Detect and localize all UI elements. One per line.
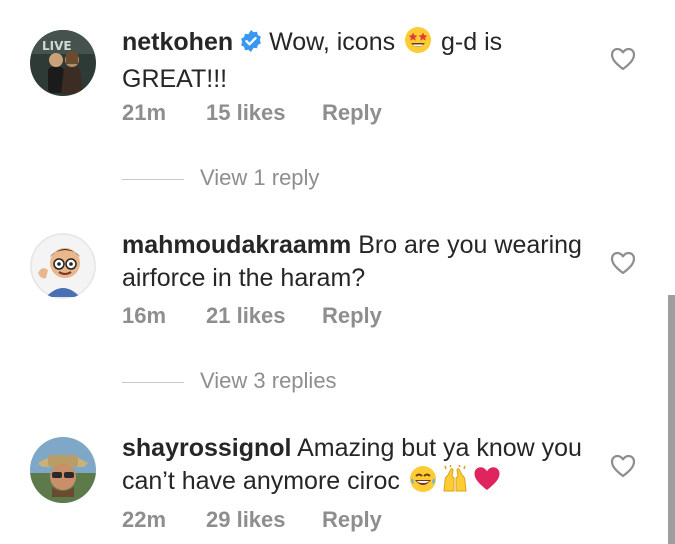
reply-button[interactable]: Reply (322, 303, 382, 329)
like-heart-icon[interactable] (610, 454, 636, 478)
comment-meta: 16m 21 likes Reply (122, 303, 382, 329)
view-replies-label: View 1 reply (200, 165, 320, 190)
view-replies-button[interactable]: View 1 reply (122, 165, 319, 191)
comment-text: mahmoudakraamm Bro are you wearing airfo… (122, 229, 602, 295)
comment-timestamp: 22m (122, 507, 167, 532)
svg-text:LIVE: LIVE (42, 39, 72, 53)
comment-username[interactable]: shayrossignol (122, 434, 292, 462)
red-heart-emoji-icon (473, 465, 501, 502)
comment-meta: 22m 29 likes Reply (122, 507, 382, 533)
like-heart-icon[interactable] (610, 251, 636, 275)
scrollbar[interactable] (668, 295, 675, 544)
divider-line (122, 178, 184, 180)
view-replies-label: View 3 replies (200, 368, 337, 393)
comment-timestamp: 16m (122, 303, 167, 328)
comment-text: netkohen Wow, icons g-d is GREAT!!! (122, 26, 602, 96)
like-heart-icon[interactable] (610, 47, 636, 71)
reply-button[interactable]: Reply (322, 507, 382, 533)
likes-count[interactable]: 29 likes (206, 507, 322, 533)
avatar[interactable]: LIVE (30, 30, 96, 96)
comment-timestamp: 21m (122, 100, 167, 125)
star-struck-emoji-icon (404, 26, 432, 63)
comment-username[interactable]: mahmoudakraamm (122, 231, 351, 259)
comment-text: shayrossignol Amazing but ya know you ca… (122, 432, 602, 502)
comment-username[interactable]: netkohen (122, 28, 233, 56)
avatar[interactable] (30, 437, 96, 503)
avatar[interactable] (30, 233, 96, 299)
raised-hands-emoji-icon (441, 464, 469, 502)
view-replies-button[interactable]: View 3 replies (122, 368, 337, 394)
laughing-tears-emoji-icon (409, 465, 437, 502)
divider-line (122, 381, 184, 383)
comment-meta: 21m 15 likes Reply (122, 100, 382, 126)
verified-badge-icon (239, 29, 263, 62)
comment-body-part1: Wow, icons (269, 28, 403, 56)
likes-count[interactable]: 15 likes (206, 100, 322, 126)
likes-count[interactable]: 21 likes (206, 303, 322, 329)
reply-button[interactable]: Reply (322, 100, 382, 126)
